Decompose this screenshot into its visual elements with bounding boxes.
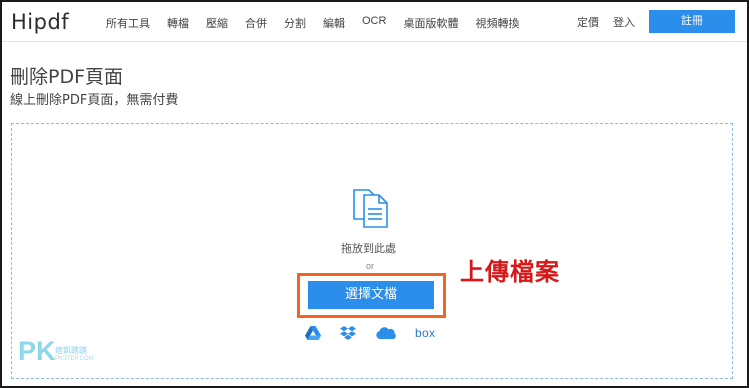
choose-file-button[interactable]: 選擇文檔	[308, 281, 434, 309]
nav-edit[interactable]: 編輯	[323, 15, 345, 31]
box-logo-text: box	[415, 326, 436, 340]
nav-split[interactable]: 分割	[284, 15, 306, 31]
nav-desktop-software[interactable]: 桌面版軟體	[403, 15, 458, 31]
upload-annotation: 上傳檔案	[460, 258, 560, 286]
login-link[interactable]: 登入	[613, 14, 635, 30]
dropbox-button[interactable]	[340, 324, 356, 342]
onedrive-button[interactable]	[376, 324, 396, 342]
nav-all-tools[interactable]: 所有工具	[106, 15, 150, 31]
watermark-text: 痞凱踏踏	[55, 346, 87, 355]
google-drive-icon	[305, 326, 321, 340]
nav-compress[interactable]: 壓縮	[206, 15, 228, 31]
nav-convert[interactable]: 轉檔	[167, 15, 189, 31]
nav-merge[interactable]: 合併	[245, 15, 267, 31]
top-navigation: Hipdf 所有工具 轉檔 壓縮 合併 分割 編輯 OCR 桌面版軟體 視頻轉換…	[2, 2, 747, 42]
nav-video-convert[interactable]: 視頻轉換	[475, 15, 519, 31]
signup-button[interactable]: 註冊	[649, 10, 735, 33]
page-subtitle: 線上刪除PDF頁面，無需付費	[10, 93, 179, 108]
watermark-logo: PK	[18, 336, 56, 366]
hipdf-logo[interactable]: Hipdf	[11, 10, 69, 34]
pricing-link[interactable]: 定價	[577, 14, 599, 30]
nav-ocr[interactable]: OCR	[362, 15, 386, 31]
page-title: 刪除PDF頁面	[10, 66, 124, 88]
nav-links: 所有工具 轉檔 壓縮 合併 分割 編輯 OCR 桌面版軟體 視頻轉換	[106, 15, 536, 31]
or-separator: or	[366, 261, 375, 271]
box-button[interactable]: box	[415, 324, 435, 342]
dropbox-icon	[340, 325, 356, 340]
watermark-url: PKSTEP.COM	[55, 356, 94, 362]
documents-icon	[353, 189, 388, 228]
google-drive-button[interactable]	[305, 324, 321, 342]
nav-account: 定價 登入 註冊	[577, 10, 735, 33]
onedrive-icon	[376, 327, 396, 339]
drag-drop-text: 拖放到此處	[341, 242, 396, 255]
